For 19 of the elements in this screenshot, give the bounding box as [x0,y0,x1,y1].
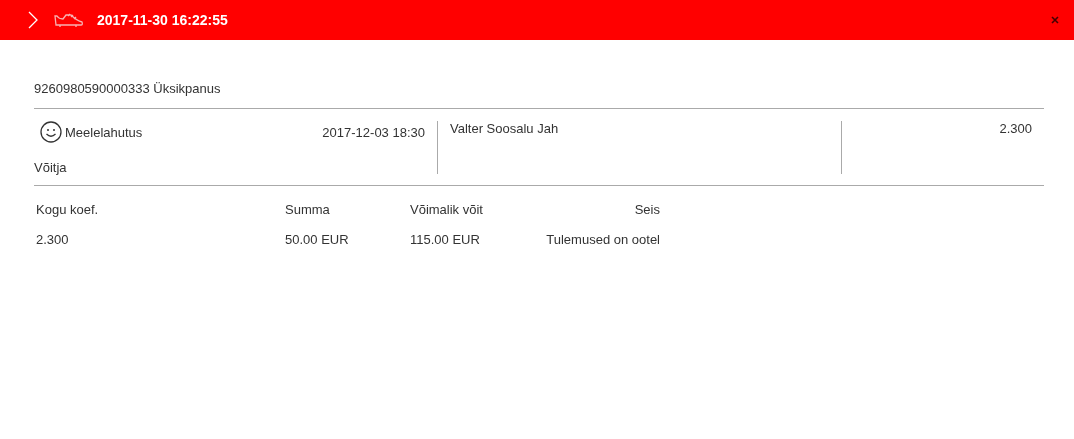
market-name: Võitja [34,160,68,175]
smiley-icon [40,121,62,143]
table-cell-text: 50.00 EUR [285,232,350,247]
close-icon[interactable] [1051,16,1059,24]
selection-odds: 2.300 [999,121,1032,136]
event-date: 2017-12-03 18:30 [322,124,425,140]
bet-timestamp: 2017-11-30 16:22:55 [97,12,228,28]
table-cell-text: Tulemused on ootel [545,232,660,247]
column-header: Summa [285,202,331,217]
column-header: Seis [633,202,660,217]
event-category: Meelelahutus [65,124,143,140]
chevron-right-icon[interactable] [28,11,38,29]
shoe-icon [54,13,84,27]
ticket-title: 9260980590000333 Üksikpanus [34,81,222,98]
column-header: Võimalik võit [410,202,484,217]
selection-pick: Valter Soosalu Jah [450,121,559,136]
table-cell-text: 115.00 EUR [410,232,481,247]
column-header: Kogu koef. [36,202,100,217]
table-cell-text: 2.300 [36,232,70,247]
